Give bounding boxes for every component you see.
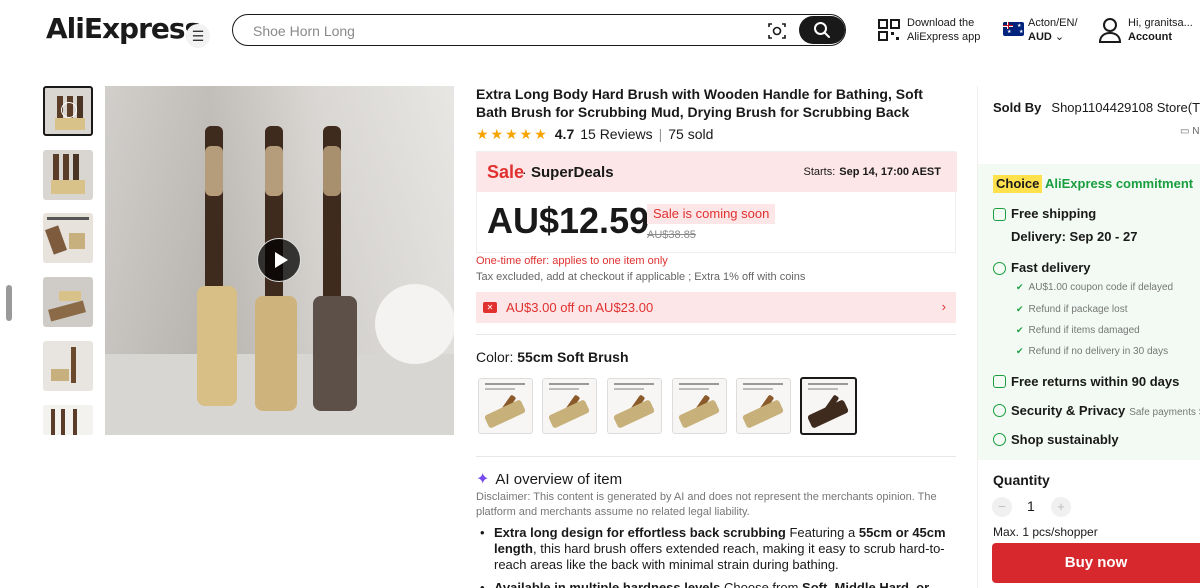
deal-box: Sale · SuperDeals Starts: Sep 14, 17:00 A…	[476, 151, 957, 253]
qr-code-icon[interactable]	[877, 18, 901, 42]
deal-separator: ·	[522, 164, 527, 180]
guarantee-item: ✔ AU$1.00 coupon code if delayed	[1016, 282, 1174, 293]
store-link[interactable]: Shop1104429108 Store(Tr	[1051, 100, 1200, 115]
superdeals-label: SuperDeals	[531, 164, 614, 181]
return-icon	[993, 375, 1006, 388]
list-item: Available in multiple hardness levels Ch…	[476, 580, 946, 588]
message-icon[interactable]: ▭ N	[1180, 126, 1199, 137]
buy-now-button[interactable]: Buy now	[992, 543, 1200, 583]
reviews-link[interactable]: 15 Reviews	[580, 126, 652, 142]
main-product-image[interactable]	[105, 86, 454, 435]
account-menu[interactable]: Hi, granitsa... Account	[1128, 16, 1193, 44]
current-price: AU$12.59	[487, 200, 650, 241]
variant-option-selected[interactable]	[800, 377, 857, 435]
variant-option[interactable]	[607, 378, 662, 434]
image-search-icon[interactable]	[767, 21, 787, 41]
sale-coming-badge: Sale is coming soon	[647, 204, 776, 224]
coupon-banner[interactable]: ✕ AU$3.00 off on AU$23.00 ›	[476, 292, 956, 323]
search-input[interactable]	[253, 21, 733, 41]
top-header: AliExpress ☰ Download the AliExpress app…	[0, 0, 1200, 62]
locale-selector[interactable]: Acton/EN/ AUD ⌄	[1028, 16, 1078, 44]
rating-stars-icon: ★★★★★	[476, 125, 549, 142]
quantity-label: Quantity	[993, 472, 1050, 488]
search-icon	[814, 22, 830, 38]
delivery-date: Delivery: Sep 20 - 27	[1011, 229, 1138, 244]
user-icon[interactable]	[1098, 17, 1122, 43]
variant-option[interactable]	[672, 378, 727, 434]
list-item: Extra long design for effortless back sc…	[476, 525, 946, 573]
play-video-button[interactable]	[257, 238, 301, 282]
truck-icon	[993, 208, 1006, 221]
variant-option[interactable]	[736, 378, 791, 434]
download-line2: AliExpress app	[907, 31, 981, 43]
security-privacy: Security & PrivacySafe payments Se	[1011, 403, 1200, 418]
thumbnail-3[interactable]	[43, 213, 93, 263]
play-icon	[61, 102, 77, 118]
ai-overview-title: ✦ AI overview of item	[476, 469, 622, 489]
ai-disclaimer: Disclaimer: This content is generated by…	[476, 491, 937, 518]
color-label: Color: 55cm Soft Brush	[476, 349, 629, 365]
commitment-title[interactable]: AliExpress commitment	[1045, 176, 1193, 191]
quantity-decrease-button[interactable]: −	[992, 497, 1012, 517]
deal-start-time: Starts: Sep 14, 17:00 AEST	[803, 166, 942, 178]
deal-header: Sale · SuperDeals Starts: Sep 14, 17:00 A…	[477, 152, 957, 192]
guarantee-item: ✔ Refund if package lost	[1016, 304, 1128, 315]
sparkle-icon: ✦	[476, 471, 490, 488]
chevron-down-icon: ⌄	[1054, 31, 1065, 43]
currency-label: AUD	[1028, 31, 1052, 43]
variant-option[interactable]	[478, 378, 533, 434]
variant-option[interactable]	[542, 378, 597, 434]
divider	[476, 456, 956, 457]
shield-icon	[993, 404, 1006, 417]
choice-badge: Choice	[993, 175, 1043, 193]
sold-count: 75 sold	[668, 126, 714, 142]
shop-sustainably[interactable]: Shop sustainably	[1011, 432, 1119, 447]
leaf-icon	[993, 433, 1006, 446]
australia-flag-icon: ★ ★ ★	[1003, 22, 1024, 36]
thumbnail-6[interactable]	[43, 405, 93, 435]
menu-icon[interactable]: ☰	[186, 24, 210, 48]
search-bar	[232, 14, 846, 46]
ai-overview-label: AI overview of item	[495, 470, 623, 488]
play-icon	[275, 252, 288, 268]
rating-row: ★★★★★ 4.7 15 Reviews | 75 sold	[476, 125, 713, 143]
quantity-value[interactable]: 1	[1027, 498, 1035, 514]
thumbnail-2[interactable]	[43, 150, 93, 200]
divider: |	[658, 126, 663, 142]
download-line1: Download the	[907, 17, 975, 29]
chevron-right-icon: ›	[941, 299, 946, 314]
search-button[interactable]	[799, 16, 845, 44]
account-greeting: Hi, granitsa...	[1128, 17, 1193, 29]
one-time-offer: One-time offer: applies to one item only	[476, 255, 668, 267]
original-price: AU$38.85	[647, 229, 696, 241]
guarantee-item: ✔ Refund if no delivery in 30 days	[1016, 346, 1169, 357]
thumbnail-5[interactable]	[43, 341, 93, 391]
quantity-increase-button[interactable]: +	[1051, 497, 1071, 517]
sale-label: Sale	[487, 162, 525, 182]
divider	[476, 334, 956, 335]
thumbnail-video[interactable]	[43, 86, 93, 136]
fast-delivery: Fast delivery	[1011, 260, 1091, 275]
max-per-shopper: Max. 1 pcs/shopper	[993, 525, 1098, 539]
locale-line1: Acton/EN/	[1028, 17, 1078, 29]
coupon-text: AU$3.00 off on AU$23.00	[506, 300, 654, 315]
product-title: Extra Long Body Hard Brush with Wooden H…	[476, 86, 923, 120]
free-returns: Free returns within 90 days	[1011, 374, 1180, 389]
clock-icon	[993, 262, 1006, 275]
tax-note: Tax excluded, add at checkout if applica…	[476, 271, 806, 283]
guarantee-item: ✔ Refund if items damaged	[1016, 325, 1140, 336]
coupon-icon: ✕	[483, 302, 497, 313]
account-label: Account	[1128, 31, 1172, 43]
download-app-link[interactable]: Download the AliExpress app	[907, 16, 980, 44]
aliexpress-logo[interactable]: AliExpress	[46, 12, 201, 45]
sold-by: Sold By Shop1104429108 Store(Tr	[993, 100, 1200, 115]
thumbnail-scrollbar[interactable]	[6, 285, 12, 321]
free-shipping: Free shipping	[1011, 206, 1097, 221]
rating-score: 4.7	[554, 126, 575, 142]
thumbnail-4[interactable]	[43, 277, 93, 327]
